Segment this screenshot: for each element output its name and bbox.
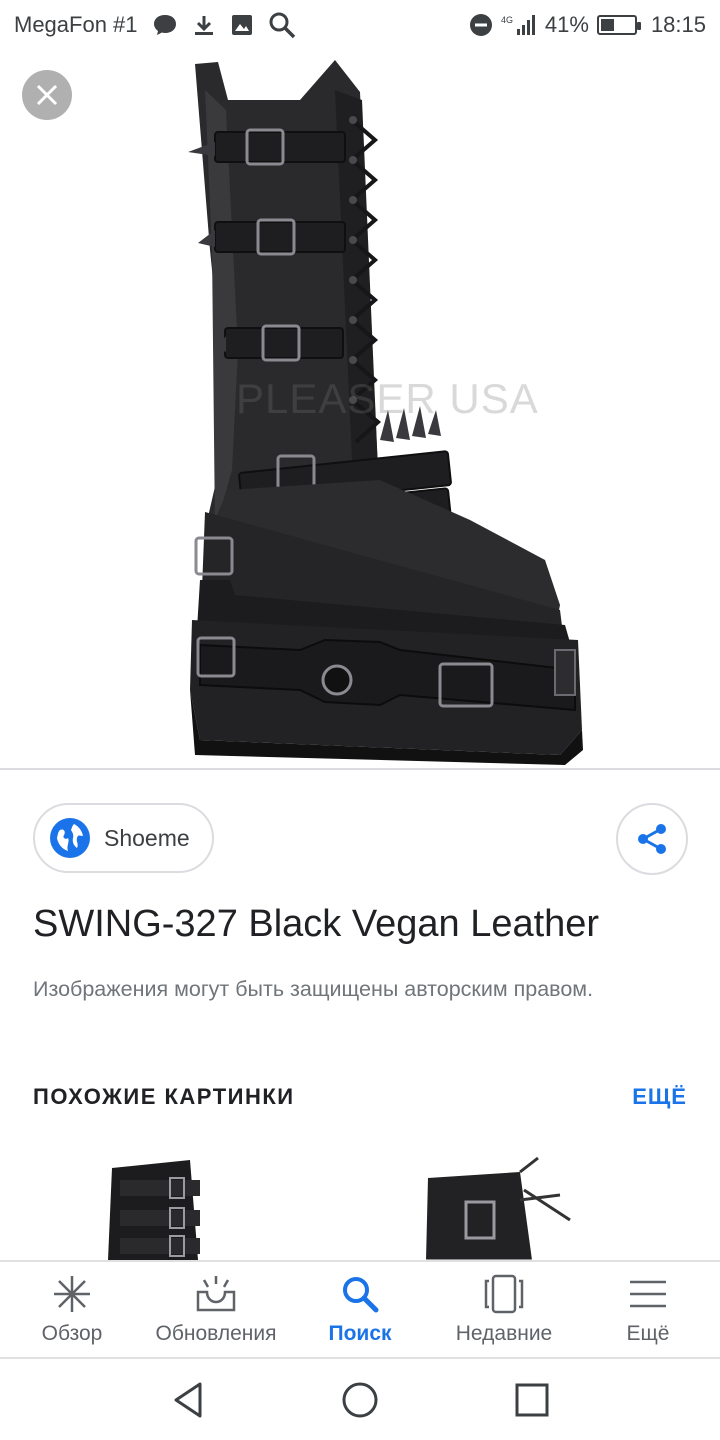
source-chip[interactable]: Shoeme	[33, 803, 214, 873]
image-viewer[interactable]: PLEASER USA	[0, 50, 720, 768]
more-similar-link[interactable]: ЕЩЁ	[632, 1084, 687, 1110]
nav-label-updates: Обновления	[155, 1321, 277, 1345]
signal-icon: 4G	[501, 13, 537, 37]
similar-image-thumb[interactable]	[80, 1150, 280, 1260]
share-icon	[638, 824, 666, 854]
globe-icon	[50, 818, 90, 858]
network-type: 4G	[501, 15, 513, 25]
discover-icon	[50, 1274, 94, 1314]
nav-search[interactable]: Поиск	[288, 1262, 432, 1357]
nav-updates[interactable]: Обновления	[144, 1262, 288, 1357]
search-icon	[268, 11, 296, 39]
battery-icon	[596, 15, 641, 35]
similar-images-row	[0, 1150, 720, 1260]
nav-label-discover: Обзор	[41, 1321, 103, 1345]
recents-icon	[515, 1383, 549, 1416]
status-left: MegaFon #1	[14, 11, 296, 39]
share-button[interactable]	[616, 803, 688, 875]
home-button[interactable]	[338, 1378, 382, 1422]
system-navigation	[0, 1359, 720, 1440]
search-icon	[338, 1274, 382, 1314]
status-right: 4G 41% 18:15	[469, 12, 706, 38]
nav-label-more: Ещё	[626, 1321, 670, 1345]
nav-discover[interactable]: Обзор	[0, 1262, 144, 1357]
image-watermark: PLEASER USA	[236, 375, 539, 422]
back-button[interactable]	[166, 1378, 210, 1422]
image-title[interactable]: SWING-327 Black Vegan Leather	[33, 903, 599, 946]
dnd-icon	[469, 13, 493, 37]
recent-tabs-icon	[482, 1274, 526, 1314]
close-icon	[36, 84, 58, 106]
source-name: Shoeme	[104, 824, 190, 851]
download-icon	[192, 13, 216, 37]
nav-more[interactable]: Ещё	[576, 1262, 720, 1357]
menu-icon	[626, 1274, 670, 1314]
image-divider	[0, 768, 720, 770]
battery-fill	[600, 19, 615, 31]
carrier-name: MegaFon #1	[14, 12, 138, 37]
status-bar: MegaFon #1 4G 41% 18:15	[0, 0, 720, 50]
home-icon	[342, 1382, 378, 1417]
chat-bubble-icon	[152, 13, 178, 37]
bottom-navigation: Обзор Обновления Поиск Недавние Ещё	[0, 1260, 720, 1357]
recents-button[interactable]	[510, 1378, 554, 1422]
back-icon	[174, 1382, 202, 1417]
nav-recent[interactable]: Недавние	[432, 1262, 576, 1357]
similar-images-heading: ПОХОЖИЕ КАРТИНКИ	[33, 1084, 295, 1109]
close-button[interactable]	[22, 70, 72, 120]
nav-label-search: Поиск	[328, 1321, 392, 1345]
battery-percent: 41%	[544, 12, 589, 37]
nav-label-recent: Недавние	[455, 1321, 553, 1345]
updates-icon	[194, 1274, 238, 1314]
copyright-notice: Изображения могут быть защищены авторски…	[33, 977, 594, 1001]
similar-image-thumb[interactable]	[420, 1150, 620, 1260]
image-icon	[230, 13, 254, 37]
clock: 18:15	[650, 12, 706, 37]
